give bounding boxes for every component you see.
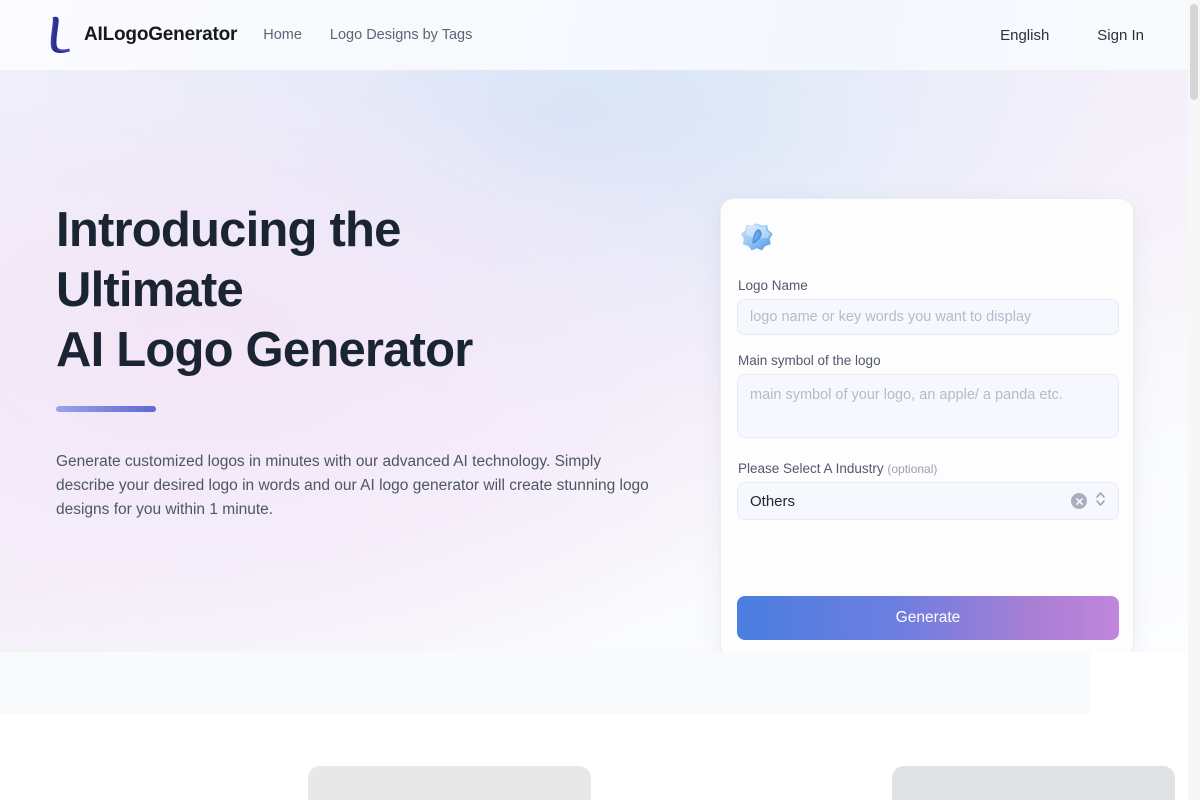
industry-selected-value: Others [750,492,796,510]
page-scrollbar[interactable] [1188,0,1200,800]
nav-item-logo-designs-by-tags[interactable]: Logo Designs by Tags [330,27,472,43]
industry-select[interactable]: Others [737,482,1119,520]
industry-optional-note: (optional) [887,462,938,476]
placeholder-card-4[interactable] [892,766,1175,800]
bear-logo-card[interactable] [8,766,291,800]
page-title: Introducing the Ultimate AI Logo Generat… [56,200,676,380]
language-selector[interactable]: English [1000,27,1049,44]
chevron-up-down-icon[interactable] [1095,490,1106,512]
logo-generator-form: Logo Name Main symbol of the logo Please… [720,198,1134,652]
hero-description: Generate customized logos in minutes wit… [56,453,649,518]
hero-title-line-2: Ultimate [56,263,244,317]
accent-divider [56,406,156,412]
logo-name-input[interactable] [737,299,1119,335]
brush-letter-l-icon [40,13,74,57]
gallery-background-band [0,652,1090,714]
main-symbol-label: Main symbol of the logo [738,353,881,368]
generate-button[interactable]: Generate [737,596,1119,640]
hero-section: Introducing the Ultimate AI Logo Generat… [0,70,1188,652]
page-root: AILogoGenerator Home Logo Designs by Tag… [0,0,1200,800]
sign-in-button[interactable]: Sign In [1097,27,1144,44]
logo-name-label: Logo Name [738,278,808,293]
gallery-row: EKEZIE [0,714,1188,800]
ekezie-logo-card[interactable]: EKEZIE [600,766,883,800]
brand-name: AILogoGenerator [84,24,238,45]
hero-copy: Introducing the Ultimate AI Logo Generat… [56,200,676,522]
brand[interactable]: AILogoGenerator [40,13,237,57]
logo-gallery-section: EKEZIE [0,652,1188,800]
blue-gem-sparkle-icon [737,220,1117,260]
hero-title-line-1: Introducing the [56,203,401,257]
nav-item-home[interactable]: Home [263,27,302,43]
main-symbol-textarea[interactable] [737,374,1119,438]
clear-circle-x-icon[interactable] [1071,493,1087,509]
placeholder-card-2[interactable] [308,766,591,800]
industry-label-text: Please Select A Industry [738,461,884,476]
page-scrollbar-thumb[interactable] [1190,4,1198,100]
site-header: AILogoGenerator Home Logo Designs by Tag… [0,0,1188,70]
main-nav: Home Logo Designs by Tags [263,27,472,43]
industry-label: Please Select A Industry (optional) [738,461,1117,476]
header-actions: English Sign In [1000,27,1144,44]
hero-title-line-3: AI Logo Generator [56,323,473,377]
